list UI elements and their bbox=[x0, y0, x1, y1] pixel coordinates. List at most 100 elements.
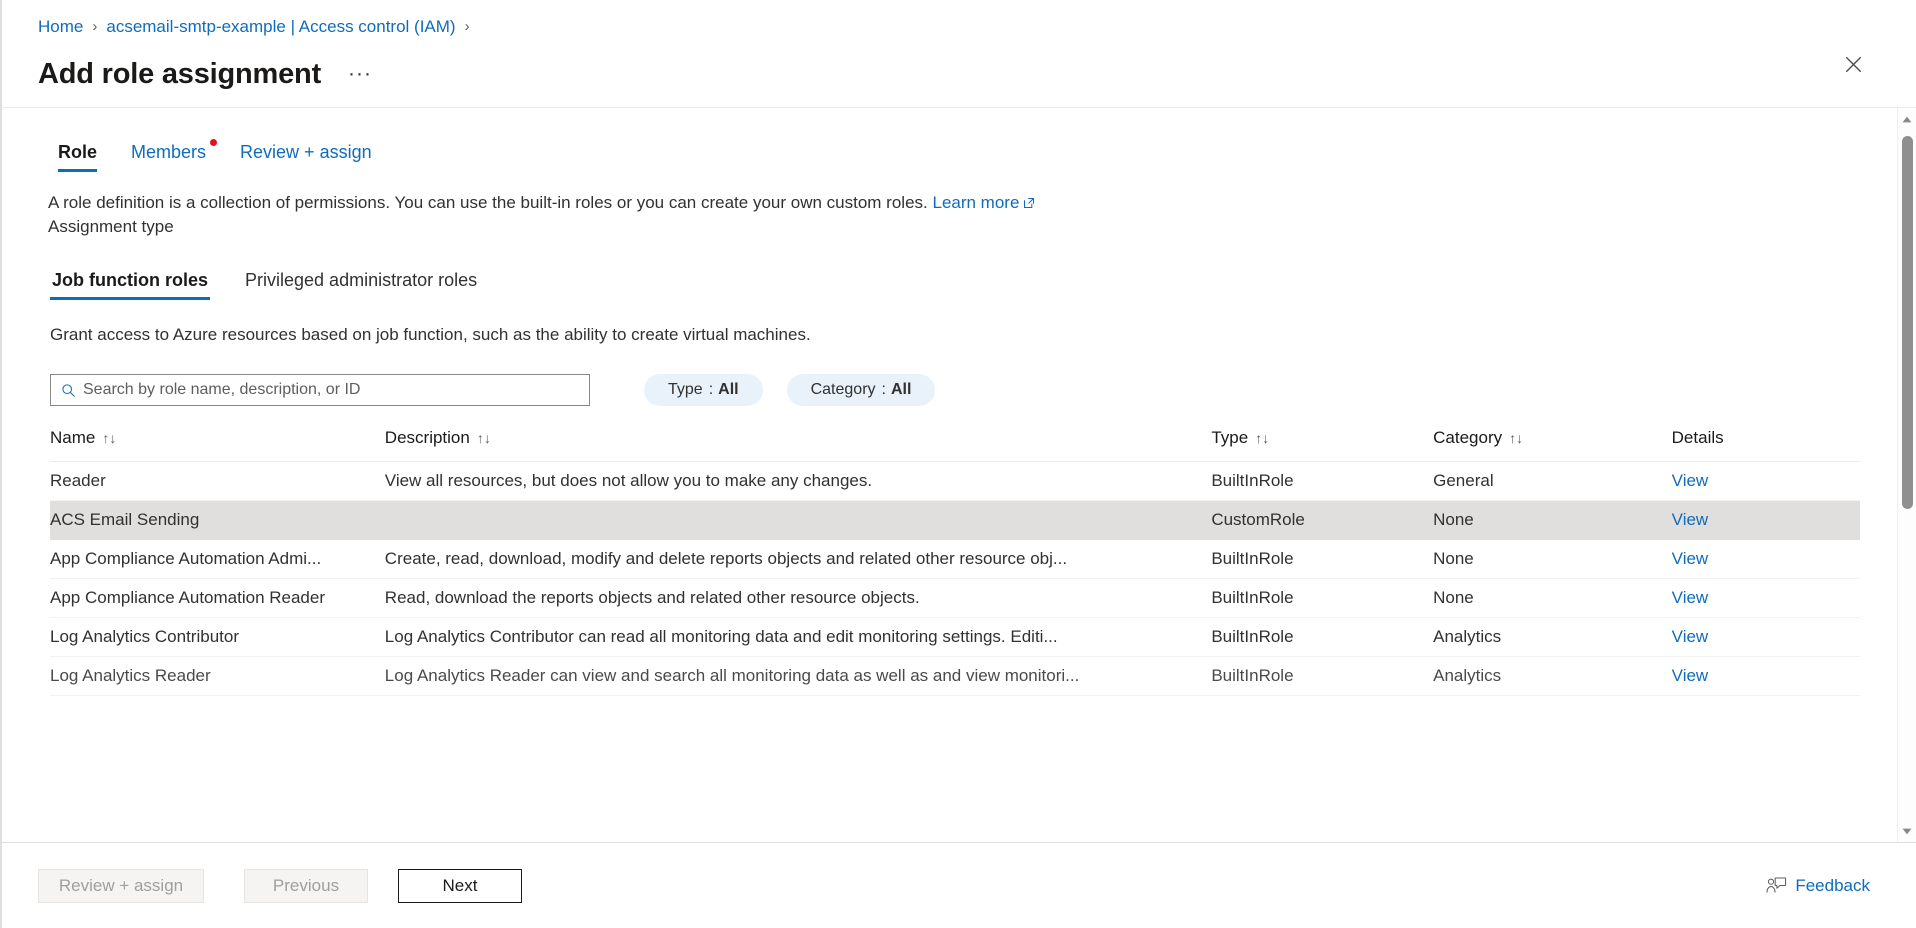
cell-category: None bbox=[1433, 539, 1672, 579]
filter-pill-type-sep: : bbox=[708, 381, 714, 398]
cell-type: BuiltInRole bbox=[1211, 617, 1434, 657]
scroll-down-button[interactable] bbox=[1898, 820, 1916, 842]
cell-details: View bbox=[1671, 617, 1860, 657]
cell-details: View bbox=[1671, 656, 1860, 696]
filter-pill-type[interactable]: Type : All bbox=[644, 374, 763, 406]
cell-description: Log Analytics Contributor can read all m… bbox=[384, 617, 1212, 657]
column-header-type-label: Type bbox=[1211, 428, 1249, 447]
blade-content: Role Members Review + assign A role defi… bbox=[2, 107, 1916, 842]
column-header-name[interactable]: Name ↑↓ bbox=[50, 428, 385, 462]
table-row[interactable]: Log Analytics Contributor Log Analytics … bbox=[50, 617, 1860, 657]
tab-review-assign[interactable]: Review + assign bbox=[230, 141, 382, 172]
filter-pill-category[interactable]: Category : All bbox=[786, 374, 936, 406]
cell-type: BuiltInRole bbox=[1211, 461, 1434, 501]
review-assign-button[interactable]: Review + assign bbox=[38, 868, 204, 903]
subtab-privileged-administrator-roles[interactable]: Privileged administrator roles bbox=[243, 269, 479, 300]
cell-details: View bbox=[1671, 578, 1860, 618]
sub-description: Grant access to Azure resources based on… bbox=[50, 325, 811, 344]
cell-details: View bbox=[1671, 539, 1860, 579]
cell-name: App Compliance Automation Admi... bbox=[50, 539, 385, 579]
cell-category: Analytics bbox=[1433, 617, 1672, 657]
filter-pill-category-name: Category bbox=[810, 381, 876, 398]
cell-description: View all resources, but does not allow y… bbox=[384, 461, 1212, 501]
table-row[interactable]: ACS Email Sending CustomRole None View bbox=[50, 500, 1860, 540]
tab-role-label: Role bbox=[58, 142, 98, 162]
column-header-description[interactable]: Description ↑↓ bbox=[384, 428, 1212, 462]
learn-more-label: Learn more bbox=[932, 193, 1020, 212]
vertical-scrollbar[interactable] bbox=[1897, 108, 1916, 842]
blade-footer: Review + assign Previous Next Feedback bbox=[2, 842, 1916, 928]
view-details-link[interactable]: View bbox=[1672, 627, 1709, 646]
cell-name: Log Analytics Contributor bbox=[50, 617, 385, 657]
feedback-link[interactable]: Feedback bbox=[1766, 876, 1870, 896]
search-input[interactable] bbox=[83, 375, 589, 405]
filter-pill-type-name: Type bbox=[668, 381, 703, 398]
column-header-category[interactable]: Category ↑↓ bbox=[1433, 428, 1672, 462]
subtab-privileged-administrator-roles-label: Privileged administrator roles bbox=[245, 270, 478, 290]
feedback-icon bbox=[1766, 877, 1787, 894]
table-row[interactable]: App Compliance Automation Admi... Create… bbox=[50, 539, 1860, 579]
filter-pill-category-value: All bbox=[890, 381, 912, 398]
sort-icon-name: ↑↓ bbox=[102, 430, 117, 446]
view-details-link[interactable]: View bbox=[1672, 666, 1709, 685]
chevron-down-icon bbox=[1902, 828, 1912, 834]
close-button[interactable] bbox=[1836, 47, 1870, 81]
cell-name: App Compliance Automation Reader bbox=[50, 578, 385, 618]
next-button[interactable]: Next bbox=[398, 868, 522, 903]
breadcrumb: Home › acsemail-smtp-example | Access co… bbox=[2, 14, 1916, 40]
column-header-description-label: Description bbox=[384, 428, 470, 447]
scrollbar-track[interactable] bbox=[1898, 130, 1916, 820]
required-dot-icon bbox=[210, 139, 218, 146]
search-box[interactable] bbox=[50, 374, 590, 406]
title-row: Add role assignment ··· bbox=[2, 53, 1916, 95]
sort-icon-description: ↑↓ bbox=[476, 430, 491, 446]
external-link-icon bbox=[1024, 198, 1035, 208]
column-header-category-label: Category bbox=[1433, 428, 1503, 447]
cell-category: Analytics bbox=[1433, 656, 1672, 696]
breadcrumb-item-home[interactable]: Home bbox=[38, 17, 83, 37]
view-details-link[interactable]: View bbox=[1672, 471, 1709, 490]
tab-members[interactable]: Members bbox=[121, 139, 218, 172]
roles-table-wrapper: Name ↑↓ Description ↑↓ Type ↑↓ Category ↑↓ bbox=[2, 428, 1882, 696]
table-row[interactable]: App Compliance Automation Reader Read, d… bbox=[50, 578, 1860, 618]
assignment-type-tabs: Job function roles Privileged administra… bbox=[2, 260, 1882, 300]
view-details-link[interactable]: View bbox=[1672, 549, 1709, 568]
role-description: A role definition is a collection of per… bbox=[2, 191, 1882, 215]
roles-table-head: Name ↑↓ Description ↑↓ Type ↑↓ Category ↑↓ bbox=[50, 428, 1860, 462]
breadcrumb-separator-icon-2: › bbox=[464, 17, 470, 35]
tab-members-label: Members bbox=[131, 142, 207, 162]
scroll-content: Role Members Review + assign A role defi… bbox=[2, 108, 1882, 842]
cell-category: General bbox=[1433, 461, 1672, 501]
previous-button[interactable]: Previous bbox=[244, 868, 368, 903]
column-header-type[interactable]: Type ↑↓ bbox=[1211, 428, 1434, 462]
wizard-tabs: Role Members Review + assign bbox=[2, 130, 1882, 172]
view-details-link[interactable]: View bbox=[1672, 588, 1709, 607]
tab-role[interactable]: Role bbox=[48, 141, 107, 172]
cell-type: BuiltInRole bbox=[1211, 578, 1434, 618]
cell-description: Create, read, download, modify and delet… bbox=[384, 539, 1212, 579]
subtab-job-function-roles[interactable]: Job function roles bbox=[50, 269, 211, 300]
scroll-up-button[interactable] bbox=[1898, 108, 1916, 130]
subtab-job-function-roles-label: Job function roles bbox=[52, 270, 209, 290]
page-title: Add role assignment bbox=[38, 58, 322, 90]
view-details-link[interactable]: View bbox=[1672, 510, 1709, 529]
column-header-name-label: Name bbox=[50, 428, 96, 447]
cell-type: BuiltInRole bbox=[1211, 656, 1434, 696]
column-header-details: Details bbox=[1671, 428, 1860, 462]
close-icon bbox=[1845, 56, 1861, 72]
scrollbar-thumb[interactable] bbox=[1901, 136, 1913, 509]
more-options-button[interactable]: ··· bbox=[341, 63, 379, 84]
breadcrumb-separator-icon: › bbox=[92, 17, 98, 35]
breadcrumb-item-access-control[interactable]: acsemail-smtp-example | Access control (… bbox=[106, 17, 455, 37]
cell-details: View bbox=[1671, 500, 1860, 540]
table-row[interactable]: Log Analytics Reader Log Analytics Reade… bbox=[50, 656, 1860, 696]
assignment-type-label: Assignment type bbox=[48, 217, 174, 236]
filter-bar: Type : All Category : All bbox=[2, 374, 1882, 406]
table-row[interactable]: Reader View all resources, but does not … bbox=[50, 461, 1860, 501]
filter-pill-category-sep: : bbox=[881, 381, 886, 398]
cell-description: Log Analytics Reader can view and search… bbox=[384, 656, 1212, 696]
roles-table-body: Reader View all resources, but does not … bbox=[50, 461, 1860, 696]
cell-name: ACS Email Sending bbox=[50, 500, 385, 540]
search-icon bbox=[61, 383, 76, 398]
learn-more-link[interactable]: Learn more bbox=[932, 193, 1035, 212]
